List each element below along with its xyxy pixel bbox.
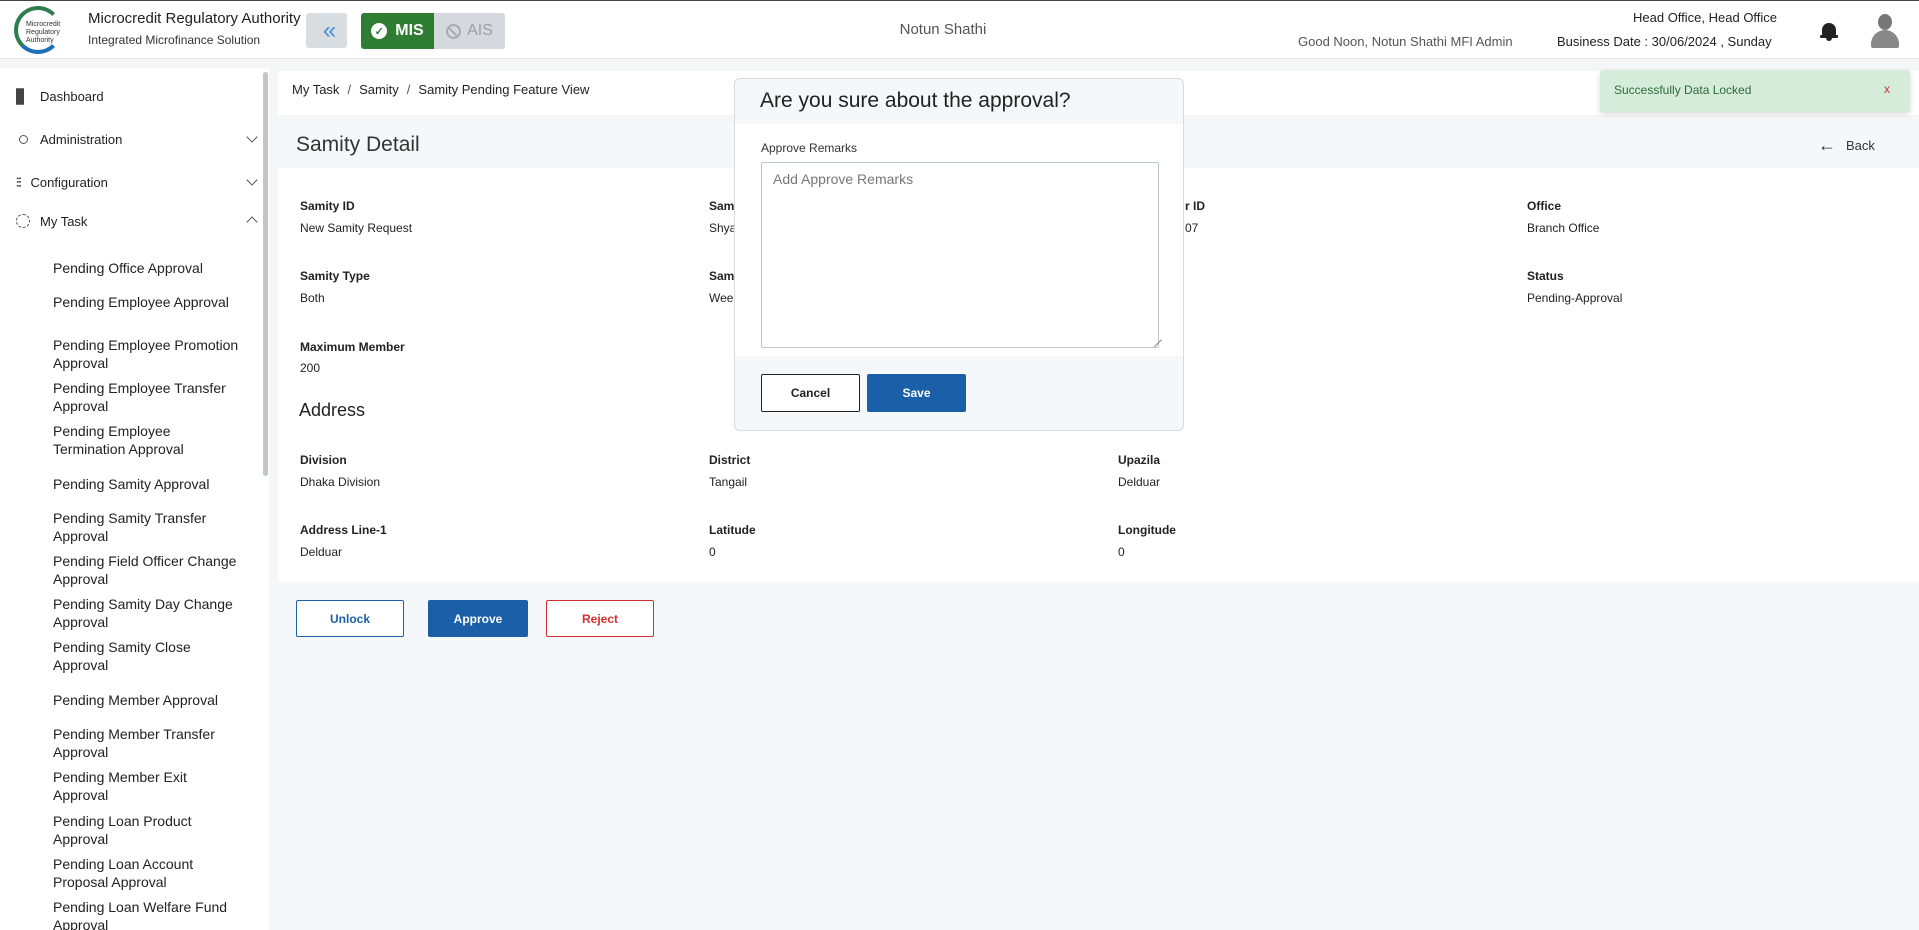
sidebar-subitem[interactable]: Pending Samity Approval: [53, 475, 243, 493]
samity-name-value: Shya: [709, 221, 737, 235]
sidebar-subitem[interactable]: Pending Employee Approval: [53, 293, 243, 311]
address-line1-label: Address Line-1: [300, 523, 387, 537]
success-toast: Successfully Data Locked x: [1600, 70, 1910, 112]
breadcrumb-separator: /: [406, 82, 411, 97]
upazila-value: Delduar: [1118, 475, 1161, 489]
approve-button[interactable]: Approve: [428, 600, 528, 637]
sidebar-subitem[interactable]: Pending Member Approval: [53, 691, 243, 709]
save-button[interactable]: Save: [867, 374, 966, 412]
sidebar-subitem[interactable]: Pending Member Transfer Approval: [53, 725, 243, 761]
notification-bell-icon[interactable]: [1820, 21, 1838, 41]
arrow-left-icon: ←: [1818, 135, 1836, 155]
address-line1-value: Delduar: [300, 545, 343, 559]
greeting-text: Good Noon, Notun Shathi MFI Admin: [1298, 34, 1513, 49]
chevron-down-icon: [246, 131, 258, 143]
sidebar-subitem[interactable]: Pending Field Officer Change Approval: [53, 552, 243, 588]
district-value: Tangail: [709, 475, 748, 489]
sidebar-subitem[interactable]: Pending Employee Transfer Approval: [53, 379, 243, 415]
sidebar-subitem[interactable]: Pending Member Exit Approval: [53, 768, 243, 804]
sidebar-item-configuration[interactable]: ⫶⫶ Configuration: [16, 171, 258, 193]
samity-type-label: Samity Type: [300, 269, 370, 283]
office-text: Head Office, Head Office: [1633, 10, 1778, 25]
sliders-icon: ⫶⫶: [16, 175, 21, 190]
breadcrumb-samity[interactable]: Samity: [359, 82, 399, 97]
sidebar-item-label: Administration: [40, 131, 123, 147]
approve-remarks-input[interactable]: [761, 162, 1159, 348]
field-officer-label: r ID: [1185, 199, 1206, 213]
sidebar: Dashboard Administration ⫶⫶ Configuratio…: [0, 68, 269, 930]
breadcrumb-my-task[interactable]: My Task: [292, 82, 339, 97]
breadcrumb-separator: /: [347, 82, 352, 97]
modal-body: Approve Remarks: [735, 124, 1183, 356]
users-icon: [19, 134, 28, 144]
division-value: Dhaka Division: [300, 475, 381, 489]
chevron-up-icon: [246, 216, 258, 228]
top-header: Microcredit Regulatory Authority Microcr…: [0, 0, 1919, 59]
approve-remarks-label: Approve Remarks: [761, 141, 858, 155]
approval-modal: Are you sure about the approval? Approve…: [734, 78, 1184, 431]
page-title: Samity Detail: [296, 133, 420, 156]
grid-icon: [16, 88, 30, 105]
sidebar-subitem[interactable]: Pending Loan Welfare Fund Approval: [53, 898, 243, 930]
sidebar-subitem[interactable]: Pending Samity Close Approval: [53, 638, 243, 674]
breadcrumb-current: Samity Pending Feature View: [418, 82, 590, 97]
samity-name-label: Sam: [709, 199, 735, 213]
modal-title: Are you sure about the approval?: [760, 89, 1071, 112]
task-icon: [16, 214, 30, 228]
samity-day-label: Sam: [709, 269, 735, 283]
user-avatar[interactable]: [1870, 13, 1900, 49]
sidebar-item-label: Dashboard: [40, 88, 104, 104]
toast-close-button[interactable]: x: [1884, 82, 1890, 96]
reject-button[interactable]: Reject: [546, 600, 654, 637]
sidebar-item-administration[interactable]: Administration: [16, 128, 258, 150]
samity-type-value: Both: [300, 291, 325, 305]
sidebar-item-dashboard[interactable]: Dashboard: [16, 85, 256, 107]
upazila-label: Upazila: [1118, 453, 1161, 467]
status-value: Pending-Approval: [1527, 291, 1623, 305]
longitude-label: Longitude: [1118, 523, 1176, 537]
field-officer-value: 07: [1185, 221, 1199, 235]
back-button[interactable]: ← Back: [1818, 135, 1875, 156]
samity-id-value: New Samity Request: [300, 221, 413, 235]
sidebar-subitem[interactable]: Pending Loan Product Approval: [53, 812, 243, 848]
status-label: Status: [1527, 269, 1564, 283]
address-section-title: Address: [299, 400, 366, 420]
latitude-value: 0: [709, 545, 716, 559]
business-date: Business Date : 30/06/2024 , Sunday: [1557, 34, 1772, 49]
longitude-value: 0: [1118, 545, 1125, 559]
latitude-label: Latitude: [709, 523, 756, 537]
division-label: Division: [300, 453, 347, 467]
max-member-value: 200: [300, 361, 321, 375]
sidebar-item-label: Configuration: [30, 174, 108, 190]
sidebar-item-my-task[interactable]: My Task: [16, 210, 258, 232]
unlock-button[interactable]: Unlock: [296, 600, 404, 637]
office-value: Branch Office: [1527, 221, 1600, 235]
card-actions: Unlock Approve Reject: [278, 582, 1919, 655]
sidebar-subitem[interactable]: Pending Samity Day Change Approval: [53, 595, 243, 631]
sidebar-item-label: My Task: [40, 213, 88, 229]
sidebar-subitem[interactable]: Pending Employee Termination Approval: [53, 422, 243, 458]
toast-message: Successfully Data Locked: [1614, 83, 1752, 97]
breadcrumb: My Task / Samity / Samity Pending Featur…: [292, 82, 589, 97]
sidebar-subitem[interactable]: Pending Samity Transfer Approval: [53, 509, 243, 545]
samity-id-label: Samity ID: [300, 199, 355, 213]
district-label: District: [709, 453, 751, 467]
sidebar-subitem[interactable]: Pending Employee Promotion Approval: [53, 336, 243, 372]
office-label: Office: [1527, 199, 1562, 213]
back-label: Back: [1846, 138, 1875, 153]
cancel-button[interactable]: Cancel: [761, 374, 860, 412]
sidebar-subitem[interactable]: Pending Loan Account Proposal Approval: [53, 855, 243, 891]
max-member-label: Maximum Member: [300, 340, 405, 354]
chevron-down-icon: [246, 174, 258, 186]
sidebar-subitem[interactable]: Pending Office Approval: [53, 259, 243, 277]
sidebar-scrollbar[interactable]: [263, 72, 268, 476]
